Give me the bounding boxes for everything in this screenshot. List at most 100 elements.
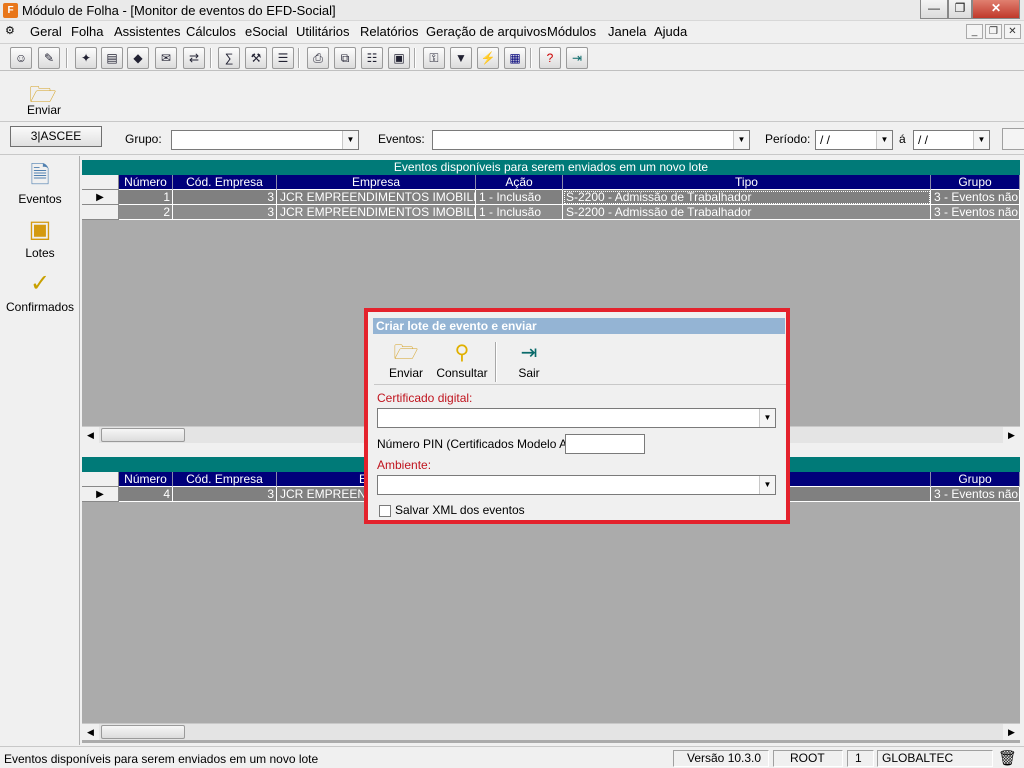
grid-icon[interactable]: ▦ <box>504 47 526 69</box>
col-cod-empresa[interactable]: Cód. Empresa <box>173 175 277 190</box>
table-cell[interactable]: 3 - Eventos não p <box>931 190 1020 205</box>
period-from-date[interactable]: / / ▼ <box>815 130 893 150</box>
minimize-icon[interactable]: — <box>920 0 948 19</box>
table-cell[interactable]: 4 <box>119 487 173 502</box>
scroll-left-icon[interactable]: ◀ <box>82 427 99 443</box>
dialog-exit-button[interactable]: ⇥ Sair <box>508 340 550 380</box>
table-cell[interactable]: S-2200 - Admissão de Trabalhador <box>563 205 931 220</box>
chevron-down-icon[interactable]: ▼ <box>733 131 749 149</box>
chevron-down-icon[interactable]: ▼ <box>876 131 892 149</box>
print-icon[interactable]: ⎙ <box>307 47 329 69</box>
col-empresa[interactable]: Empresa <box>277 175 476 190</box>
save-xml-checkbox[interactable] <box>379 505 391 517</box>
menu-modulos[interactable]: Módulos <box>547 24 596 39</box>
col-cod-empresa[interactable]: Cód. Empresa <box>173 472 277 487</box>
scroll-right-icon[interactable]: ▶ <box>1003 427 1020 443</box>
filter-icon[interactable]: ▼ <box>450 47 472 69</box>
col-tipo[interactable]: Tipo <box>563 175 931 190</box>
exit-icon[interactable]: ⇥ <box>566 47 588 69</box>
cert-select[interactable]: ▼ <box>377 408 776 428</box>
menu-folha[interactable]: Folha <box>71 24 104 39</box>
menu-geral[interactable]: Geral <box>30 24 62 39</box>
table-cell[interactable]: 3 - Eventos não p <box>931 205 1020 220</box>
dialog-divider <box>374 384 786 385</box>
chevron-down-icon[interactable]: ▼ <box>342 131 358 149</box>
calculator-icon[interactable]: ∑ <box>218 47 240 69</box>
table-cell[interactable]: 3 <box>173 487 277 502</box>
row-pointer-icon: ▶ <box>82 190 119 205</box>
edit-icon[interactable]: ✎ <box>38 47 60 69</box>
lock-icon[interactable]: ⚿ <box>423 47 445 69</box>
network-icon[interactable]: ⇄ <box>183 47 205 69</box>
col-numero[interactable]: Número <box>119 175 173 190</box>
table-cell[interactable]: 3 - Eventos não p <box>931 487 1020 502</box>
pin-input[interactable] <box>565 434 645 454</box>
filter-extra-button[interactable] <box>1002 128 1024 150</box>
events-label: Eventos: <box>378 132 425 146</box>
menu-calculos[interactable]: Cálculos <box>186 24 236 39</box>
table-cell[interactable]: JCR EMPREENDIMENTOS IMOBILIARI <box>277 190 476 205</box>
chevron-down-icon[interactable]: ▼ <box>759 476 775 494</box>
dialog-query-button[interactable]: ⚲ Consultar <box>434 340 490 380</box>
title-bar: F Módulo de Folha - [Monitor de eventos … <box>0 0 1024 21</box>
system-menu-icon[interactable]: ⚙ <box>5 24 15 37</box>
menu-relatorios[interactable]: Relatórios <box>360 24 419 39</box>
table-cell[interactable]: S-2200 - Admissão de Trabalhador <box>563 190 931 205</box>
help-icon[interactable]: ? <box>539 47 561 69</box>
table-cell[interactable]: 2 <box>119 205 173 220</box>
table-cell[interactable]: 1 - Inclusão <box>476 205 563 220</box>
group-select[interactable]: ▼ <box>171 130 359 150</box>
table-cell[interactable]: 1 - Inclusão <box>476 190 563 205</box>
scroll-right-icon[interactable]: ▶ <box>1003 724 1020 740</box>
tags-icon[interactable]: ◆ <box>127 47 149 69</box>
col-grupo[interactable]: Grupo <box>931 175 1020 190</box>
horizontal-scrollbar[interactable]: ◀ ▶ <box>82 723 1020 740</box>
save-xml-label[interactable]: Salvar XML dos eventos <box>395 503 525 517</box>
chevron-down-icon[interactable]: ▼ <box>973 131 989 149</box>
menu-janela[interactable]: Janela <box>608 24 646 39</box>
calendar-icon[interactable]: ▤ <box>101 47 123 69</box>
close-icon[interactable]: ✕ <box>972 0 1020 19</box>
checklist-icon: ✓ <box>29 270 51 297</box>
app-logo-icon[interactable]: F <box>3 3 18 18</box>
table-cell[interactable]: 3 <box>173 205 277 220</box>
company-button[interactable]: 3|ASCEE <box>10 126 102 147</box>
scroll-thumb[interactable] <box>101 428 185 442</box>
copy-icon[interactable]: ⧉ <box>334 47 356 69</box>
sidebar-item-lotes[interactable]: ▣ Lotes <box>0 214 80 260</box>
monitor-icon[interactable]: ▣ <box>388 47 410 69</box>
menu-utilitarios[interactable]: Utilitários <box>296 24 349 39</box>
table-cell[interactable]: JCR EMPREENDIMENTOS IMOBILIARI <box>277 205 476 220</box>
menu-geracao-arquivos[interactable]: Geração de arquivos <box>426 24 547 39</box>
col-grupo[interactable]: Grupo <box>931 472 1020 487</box>
table-cell[interactable]: 3 <box>173 190 277 205</box>
employees-icon[interactable]: ☺ <box>10 47 32 69</box>
mdi-restore-icon[interactable]: ❐ <box>985 24 1002 39</box>
mdi-minimize-icon[interactable]: _ <box>966 24 983 39</box>
menu-ajuda[interactable]: Ajuda <box>654 24 687 39</box>
chevron-down-icon[interactable]: ▼ <box>759 409 775 427</box>
sidebar-item-confirmados[interactable]: ✓ Confirmados <box>0 268 80 314</box>
scroll-thumb[interactable] <box>101 725 185 739</box>
dialog-send-button[interactable]: 🗁 Enviar <box>386 340 426 380</box>
wizard-icon[interactable]: ✦ <box>75 47 97 69</box>
table-cell[interactable]: 1 <box>119 190 173 205</box>
scroll-left-icon[interactable]: ◀ <box>82 724 99 740</box>
events-select[interactable]: ▼ <box>432 130 750 150</box>
lightning-icon[interactable]: ⚡ <box>477 47 499 69</box>
report-icon[interactable]: ☰ <box>272 47 294 69</box>
paste-icon[interactable]: ☷ <box>361 47 383 69</box>
col-acao[interactable]: Ação <box>476 175 563 190</box>
trash-icon[interactable]: 🗑 <box>998 749 1017 767</box>
period-to-date[interactable]: / / ▼ <box>913 130 990 150</box>
wrench-icon[interactable]: ⚒ <box>245 47 267 69</box>
mail-icon[interactable]: ✉ <box>155 47 177 69</box>
env-select[interactable]: ▼ <box>377 475 776 495</box>
menu-esocial[interactable]: eSocial <box>245 24 288 39</box>
col-numero[interactable]: Número <box>119 472 173 487</box>
restore-icon[interactable]: ❐ <box>948 0 972 19</box>
sidebar-item-eventos[interactable]: 🗎 Eventos <box>0 160 80 206</box>
mdi-close-icon[interactable]: ✕ <box>1004 24 1021 39</box>
send-button-label[interactable]: Enviar <box>27 103 61 117</box>
menu-assistentes[interactable]: Assistentes <box>114 24 180 39</box>
